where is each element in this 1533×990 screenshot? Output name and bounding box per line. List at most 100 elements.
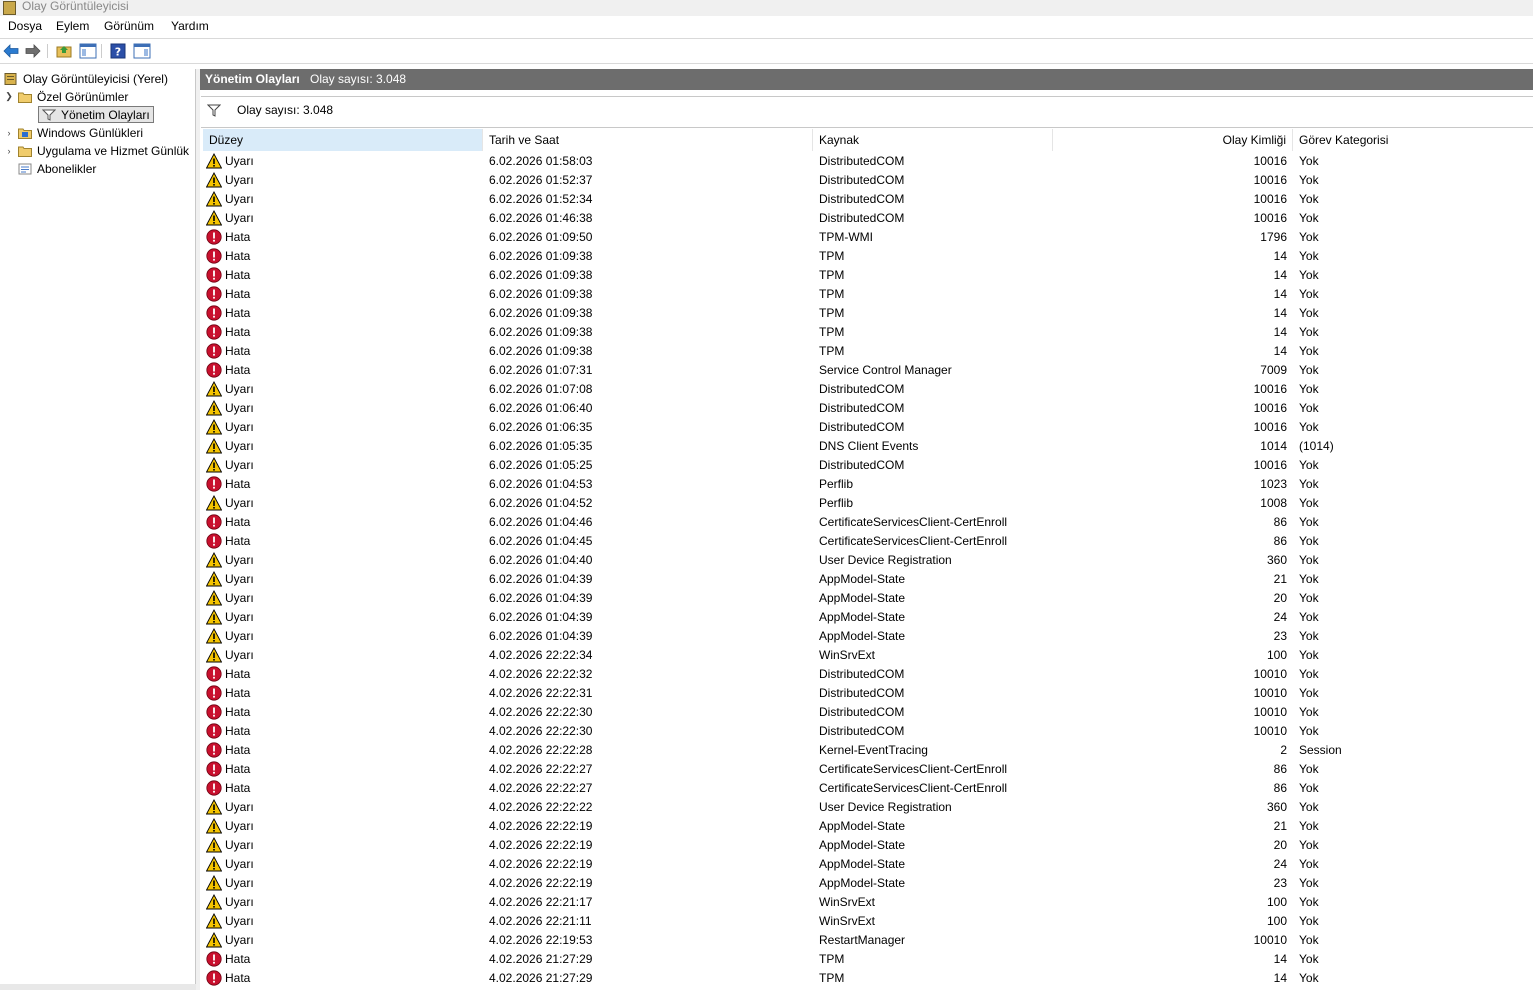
table-row[interactable]: Hata 4.02.2026 22:22:27 CertificateService… — [203, 779, 1533, 798]
table-row[interactable]: Hata 6.02.2026 01:09:38 TPM 14 Yok — [203, 323, 1533, 342]
table-row[interactable]: Hata 4.02.2026 22:22:32 DistributedCOM 1001… — [203, 665, 1533, 684]
table-row[interactable]: Hata 4.02.2026 22:22:27 CertificateService… — [203, 760, 1533, 779]
table-row[interactable]: Uyarı 6.02.2026 01:04:39 AppModel-State 21 Y… — [203, 570, 1533, 589]
cell-level: Hata — [225, 686, 251, 700]
chevron-down-icon[interactable]: ❯ — [4, 91, 14, 102]
column-header-task-category[interactable]: Görev Kategorisi — [1293, 129, 1533, 151]
table-row[interactable]: Uyarı 4.02.2026 22:22:19 AppModel-State 23 Y… — [203, 874, 1533, 893]
table-row[interactable]: Uyarı 6.02.2026 01:04:39 AppModel-State 20 Y… — [203, 589, 1533, 608]
table-row[interactable]: Hata 6.02.2026 01:04:46 CertificateService… — [203, 513, 1533, 532]
column-header-level[interactable]: Düzey — [203, 129, 483, 151]
table-row[interactable]: Uyarı 6.02.2026 01:04:39 AppModel-State 24 Y… — [203, 608, 1533, 627]
horizontal-scrollbar[interactable] — [0, 984, 196, 990]
cell-date-time: 6.02.2026 01:05:25 — [489, 458, 593, 472]
table-row[interactable]: Hata 4.02.2026 22:22:30 DistributedCOM 1001… — [203, 722, 1533, 741]
table-row[interactable]: Uyarı 6.02.2026 01:05:35 DNS Client Events… — [203, 437, 1533, 456]
filter-event-count: Olay sayısı: 3.048 — [237, 103, 334, 117]
cell-source: User Device Registration — [819, 553, 952, 567]
error-icon — [206, 704, 222, 720]
tree-label: Olay Görüntüleyicisi (Yerel) — [23, 71, 168, 86]
help-icon[interactable]: ? — [109, 42, 127, 60]
table-row[interactable]: Uyarı 4.02.2026 22:22:22 User Device Regis… — [203, 798, 1533, 817]
forward-arrow-icon[interactable] — [24, 42, 42, 60]
table-row[interactable]: Uyarı 4.02.2026 22:21:11 WinSrvExt 100 Yok — [203, 912, 1533, 931]
cell-source: DistributedCOM — [819, 382, 905, 396]
column-header-source[interactable]: Kaynak — [813, 129, 1053, 151]
cell-task-category: Yok — [1299, 344, 1319, 358]
error-icon — [206, 305, 222, 321]
pane-title: Yönetim Olayları — [205, 72, 300, 86]
cell-level: Uyarı — [225, 211, 254, 225]
table-row[interactable]: Uyarı 6.02.2026 01:07:08 DistributedCOM 100… — [203, 380, 1533, 399]
chevron-right-icon[interactable]: › — [4, 128, 14, 138]
table-row[interactable]: Uyarı 6.02.2026 01:06:35 DistributedCOM 100… — [203, 418, 1533, 437]
tree-item-event-viewer-local[interactable]: Olay Görüntüleyicisi (Yerel) — [4, 70, 168, 87]
table-row[interactable]: Hata 6.02.2026 01:09:38 TPM 14 Yok — [203, 285, 1533, 304]
open-folder-icon[interactable] — [55, 42, 73, 60]
table-row[interactable]: Uyarı 4.02.2026 22:22:19 AppModel-State 24 Y… — [203, 855, 1533, 874]
table-row[interactable]: Hata 4.02.2026 21:27:29 TPM 14 Yok — [203, 950, 1533, 969]
console-tree-icon[interactable] — [79, 42, 97, 60]
cell-event-id: 10016 — [1253, 173, 1287, 187]
cell-task-category: Yok — [1299, 895, 1319, 909]
warning-icon — [206, 913, 222, 929]
back-arrow-icon[interactable] — [2, 42, 20, 60]
menu-gorunum[interactable]: Görünüm — [104, 19, 154, 33]
table-row[interactable]: Uyarı 6.02.2026 01:06:40 DistributedCOM 100… — [203, 399, 1533, 418]
table-row[interactable]: Hata 4.02.2026 22:22:28 Kernel-EventTracin… — [203, 741, 1533, 760]
error-icon — [206, 780, 222, 796]
table-row[interactable]: Hata 6.02.2026 01:04:45 CertificateService… — [203, 532, 1533, 551]
table-row[interactable]: Uyarı 4.02.2026 22:22:19 AppModel-State 20 Y… — [203, 836, 1533, 855]
table-row[interactable]: Hata 6.02.2026 01:09:50 TPM-WMI 1796 Yok — [203, 228, 1533, 247]
table-row[interactable]: Hata 6.02.2026 01:07:31 Service Control Ma… — [203, 361, 1533, 380]
action-pane-icon[interactable] — [133, 42, 151, 60]
table-row[interactable]: Uyarı 6.02.2026 01:52:34 DistributedCOM 100… — [203, 190, 1533, 209]
table-row[interactable]: Uyarı 6.02.2026 01:05:25 DistributedCOM 100… — [203, 456, 1533, 475]
table-row[interactable]: Hata 6.02.2026 01:09:38 TPM 14 Yok — [203, 304, 1533, 323]
warning-icon — [206, 419, 222, 435]
error-icon — [206, 533, 222, 549]
table-row[interactable]: Uyarı 6.02.2026 01:46:38 DistributedCOM 100… — [203, 209, 1533, 228]
cell-date-time: 4.02.2026 22:22:27 — [489, 781, 593, 795]
cell-date-time: 6.02.2026 01:04:52 — [489, 496, 593, 510]
table-row[interactable]: Uyarı 4.02.2026 22:21:17 WinSrvExt 100 Yok — [203, 893, 1533, 912]
main-pane-header: Yönetim Olayları Olay sayısı: 3.048 — [200, 69, 1533, 90]
table-row[interactable]: Uyarı 6.02.2026 01:52:37 DistributedCOM 100… — [203, 171, 1533, 190]
table-row[interactable]: Uyarı 6.02.2026 01:04:40 User Device Regis… — [203, 551, 1533, 570]
menu-eylem[interactable]: Eylem — [56, 19, 89, 33]
splitter[interactable] — [195, 69, 200, 990]
chevron-right-icon[interactable]: › — [4, 146, 14, 156]
table-row[interactable]: Uyarı 4.02.2026 22:22:34 WinSrvExt 100 Yok — [203, 646, 1533, 665]
table-row[interactable]: Hata 4.02.2026 22:22:30 DistributedCOM 1001… — [203, 703, 1533, 722]
table-row[interactable]: Uyarı 4.02.2026 22:19:53 RestartManager 100… — [203, 931, 1533, 950]
table-row[interactable]: Hata 6.02.2026 01:09:38 TPM 14 Yok — [203, 247, 1533, 266]
table-row[interactable]: Hata 6.02.2026 01:09:38 TPM 14 Yok — [203, 266, 1533, 285]
table-row[interactable]: Uyarı 4.02.2026 22:22:19 AppModel-State 21 Y… — [203, 817, 1533, 836]
cell-event-id: 24 — [1273, 610, 1287, 624]
column-header-date-time[interactable]: Tarih ve Saat — [483, 129, 813, 151]
tree-item-admin-events[interactable]: Yönetim Olayları — [38, 106, 154, 123]
cell-level: Hata — [225, 952, 251, 966]
tree-item-subscriptions[interactable]: Abonelikler — [18, 160, 96, 177]
menu-dosya[interactable]: Dosya — [8, 19, 42, 33]
cell-date-time: 4.02.2026 22:22:27 — [489, 762, 593, 776]
table-row[interactable]: Uyarı 6.02.2026 01:04:39 AppModel-State 23 Y… — [203, 627, 1533, 646]
column-header-event-id[interactable]: Olay Kimliği — [1053, 129, 1293, 151]
table-row[interactable]: Hata 6.02.2026 01:04:53 Perflib 1023 Yok — [203, 475, 1533, 494]
table-row[interactable]: Hata 6.02.2026 01:09:38 TPM 14 Yok — [203, 342, 1533, 361]
tree-item-custom-views[interactable]: ❯ Özel Görünümler — [4, 88, 128, 105]
error-icon — [206, 362, 222, 378]
cell-level: Hata — [225, 762, 251, 776]
table-row[interactable]: Hata 4.02.2026 22:22:31 DistributedCOM 1001… — [203, 684, 1533, 703]
tree-item-windows-logs[interactable]: › Windows Günlükleri — [4, 124, 144, 141]
cell-date-time: 4.02.2026 22:22:30 — [489, 705, 593, 719]
table-row[interactable]: Uyarı 6.02.2026 01:04:52 Perflib 1008 Yok — [203, 494, 1533, 513]
cell-date-time: 4.02.2026 22:22:32 — [489, 667, 593, 681]
menu-yardim[interactable]: Yardım — [171, 19, 209, 33]
table-row[interactable]: Uyarı 6.02.2026 01:58:03 DistributedCOM 100… — [203, 152, 1533, 171]
table-row[interactable]: Hata 4.02.2026 21:27:29 TPM 14 Yok — [203, 969, 1533, 988]
error-icon — [206, 248, 222, 264]
cell-source: User Device Registration — [819, 800, 952, 814]
cell-source: TPM-WMI — [819, 230, 873, 244]
tree-item-app-service-logs[interactable]: › Uygulama ve Hizmet Günlük — [4, 142, 190, 159]
